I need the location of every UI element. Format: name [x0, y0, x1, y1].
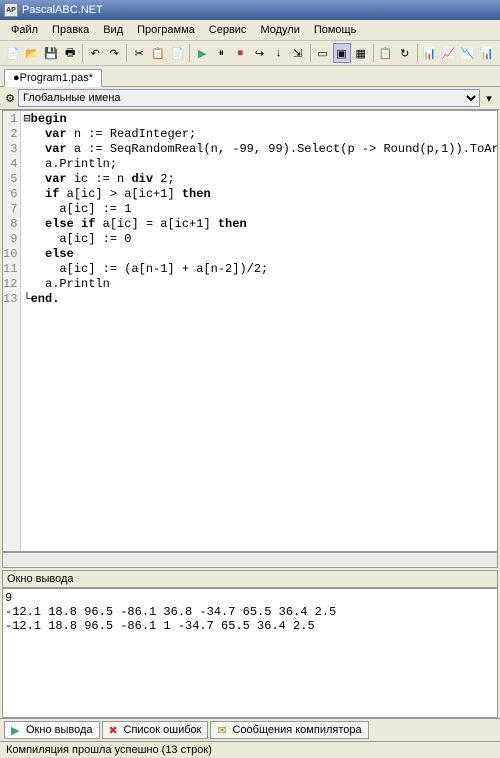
redo-button[interactable]: ↷ [105, 43, 123, 63]
tab-label: Окно вывода [26, 724, 93, 736]
tool-a-button[interactable]: 📋 [377, 43, 395, 63]
tab-icon: ✉ [217, 724, 229, 736]
app-icon: AP [4, 3, 18, 17]
tab-label: Список ошибок [124, 724, 202, 736]
tool-f-button[interactable]: 📊 [478, 43, 496, 63]
toolbar: 📄 📂 💾 🖶 ↶ ↷ ✂ 📋 📄 ▶ ⏸ ⏹ ↪ ↓ ⇲ ▭ ▣ ▦ 📋 ↻ … [0, 41, 500, 66]
tab-icon: ▶ [11, 724, 23, 736]
tool-d-button[interactable]: 📈 [440, 43, 458, 63]
tabstrip: ●Program1.pas* [0, 66, 500, 87]
separator [310, 44, 311, 62]
menu-program[interactable]: Программа [130, 22, 202, 38]
separator [126, 44, 127, 62]
layout3-button[interactable]: ▦ [352, 43, 370, 63]
tool-e-button[interactable]: 📉 [459, 43, 477, 63]
menu-service[interactable]: Сервис [202, 22, 254, 38]
separator [82, 44, 83, 62]
run-button[interactable]: ▶ [193, 43, 211, 63]
save-button[interactable]: 💾 [42, 43, 60, 63]
tab-label: Сообщения компилятора [232, 724, 361, 736]
step-out-button[interactable]: ⇲ [289, 43, 307, 63]
horizontal-scrollbar[interactable] [2, 552, 498, 568]
menu-help[interactable]: Помощь [307, 22, 364, 38]
bottom-tab[interactable]: ✖Список ошибок [102, 721, 209, 739]
layout2-button[interactable]: ▣ [333, 43, 351, 63]
open-button[interactable]: 📂 [23, 43, 41, 63]
separator [189, 44, 190, 62]
output-panel-title: Окно вывода [2, 570, 498, 588]
menu-file[interactable]: Файл [4, 22, 45, 38]
pause-button[interactable]: ⏸ [212, 43, 230, 63]
step-into-button[interactable]: ↓ [269, 43, 287, 63]
layout1-button[interactable]: ▭ [314, 43, 332, 63]
menubar: Файл Правка Вид Программа Сервис Модули … [0, 20, 500, 41]
line-gutter: 12345678910111213 [3, 111, 21, 551]
saveall-button[interactable]: 🖶 [61, 43, 79, 63]
separator [373, 44, 374, 62]
cut-button[interactable]: ✂ [130, 43, 148, 63]
bottom-tab[interactable]: ✉Сообщения компилятора [210, 721, 368, 739]
undo-button[interactable]: ↶ [86, 43, 104, 63]
scope-bar: ⚙ Глобальные имена ▾ [0, 87, 500, 110]
menu-edit[interactable]: Правка [45, 22, 96, 38]
menu-view[interactable]: Вид [96, 22, 130, 38]
code-editor[interactable]: 12345678910111213 ⊟begin var n := ReadIn… [2, 110, 498, 552]
step-over-button[interactable]: ↪ [250, 43, 268, 63]
tool-b-button[interactable]: ↻ [396, 43, 414, 63]
scope-select[interactable]: Глобальные имена [18, 89, 480, 107]
file-tab[interactable]: ●Program1.pas* [4, 69, 102, 87]
window-title: PascalABC.NET [22, 4, 103, 16]
titlebar: AP PascalABC.NET [0, 0, 500, 20]
bottom-tab[interactable]: ▶Окно вывода [4, 721, 100, 739]
dropdown-icon[interactable]: ▾ [482, 92, 496, 105]
scope-icon: ⚙ [4, 92, 16, 104]
paste-button[interactable]: 📄 [168, 43, 186, 63]
statusbar: Компиляция прошла успешно (13 строк) [0, 741, 500, 758]
output-panel[interactable]: 9 -12.1 18.8 96.5 -86.1 36.8 -34.7 65.5 … [2, 588, 498, 718]
new-file-button[interactable]: 📄 [4, 43, 22, 63]
tab-icon: ✖ [109, 724, 121, 736]
stop-button[interactable]: ⏹ [231, 43, 249, 63]
menu-modules[interactable]: Модули [253, 22, 306, 38]
tool-c-button[interactable]: 📊 [421, 43, 439, 63]
separator [417, 44, 418, 62]
copy-button[interactable]: 📋 [149, 43, 167, 63]
bottom-tabstrip: ▶Окно вывода✖Список ошибок✉Сообщения ком… [0, 718, 500, 741]
code-content[interactable]: ⊟begin var n := ReadInteger; var a := Se… [21, 111, 498, 551]
